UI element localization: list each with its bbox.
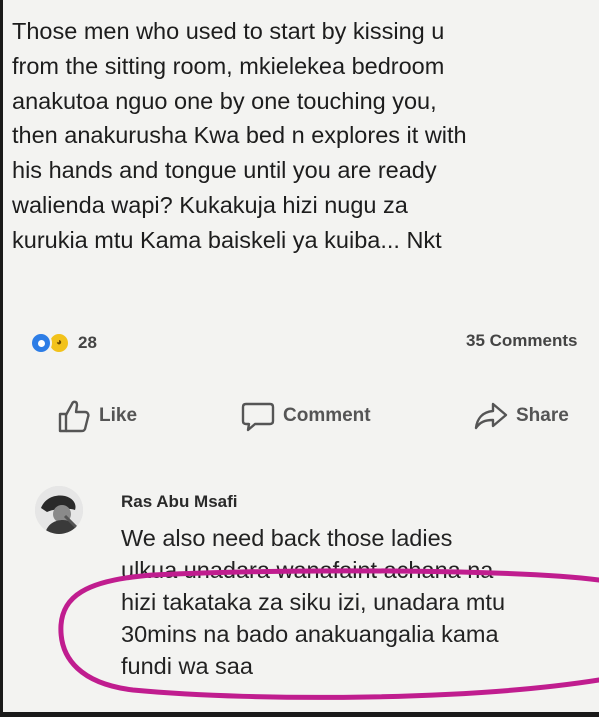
screenshot-frame: Those men who used to start by kissing u… xyxy=(3,0,599,712)
share-label: Share xyxy=(516,405,569,426)
post-line: his hands and tongue until you are ready xyxy=(12,157,437,184)
comment-line: hizi takataka za siku izi, unadara mtu xyxy=(121,589,506,615)
share-button[interactable]: Share xyxy=(474,398,569,434)
comment-label: Comment xyxy=(283,405,371,426)
avatar-image xyxy=(35,486,83,534)
post-line: anakutoa nguo one by one touching you, xyxy=(12,87,437,114)
comment-author[interactable]: Ras Abu Msafi xyxy=(121,492,238,512)
comment-line: We also need back those ladies xyxy=(121,525,453,551)
share-arrow-icon xyxy=(474,398,508,434)
thumbs-up-icon xyxy=(57,398,91,434)
comment-line: 30mins na bado anakuangalia kama xyxy=(121,621,499,647)
like-button[interactable]: Like xyxy=(57,398,137,434)
reactions-summary[interactable]: ◕ 28 xyxy=(30,332,97,354)
like-reaction-icon xyxy=(30,332,52,354)
comment-line: ulkua unadara wanafaint achana na xyxy=(121,557,494,583)
like-label: Like xyxy=(99,405,138,426)
post-line: then anakurusha Kwa bed n explores it wi… xyxy=(12,122,467,149)
comments-count-link[interactable]: 35 Comments xyxy=(466,331,577,351)
comment-button[interactable]: Comment xyxy=(241,398,371,434)
reaction-count: 28 xyxy=(78,333,97,352)
avatar[interactable] xyxy=(35,486,83,534)
post-line: kurukia mtu Kama baiskeli ya kuiba... Nk… xyxy=(12,226,442,253)
post-line: Those men who used to start by kissing u xyxy=(12,18,445,44)
post-line: from the sitting room, mkielekea bedroom xyxy=(12,52,445,79)
post-line: walienda wapi? Kukakuja hizi nugu za xyxy=(12,191,408,218)
comment-text: We also need back those ladies ulkua una… xyxy=(121,522,505,682)
speech-bubble-icon xyxy=(241,398,275,434)
comment-line: fundi wa saa xyxy=(121,653,253,679)
post-actions-bar: Like Comment Share xyxy=(3,398,599,446)
post-text: Those men who used to start by kissing u… xyxy=(12,14,598,258)
